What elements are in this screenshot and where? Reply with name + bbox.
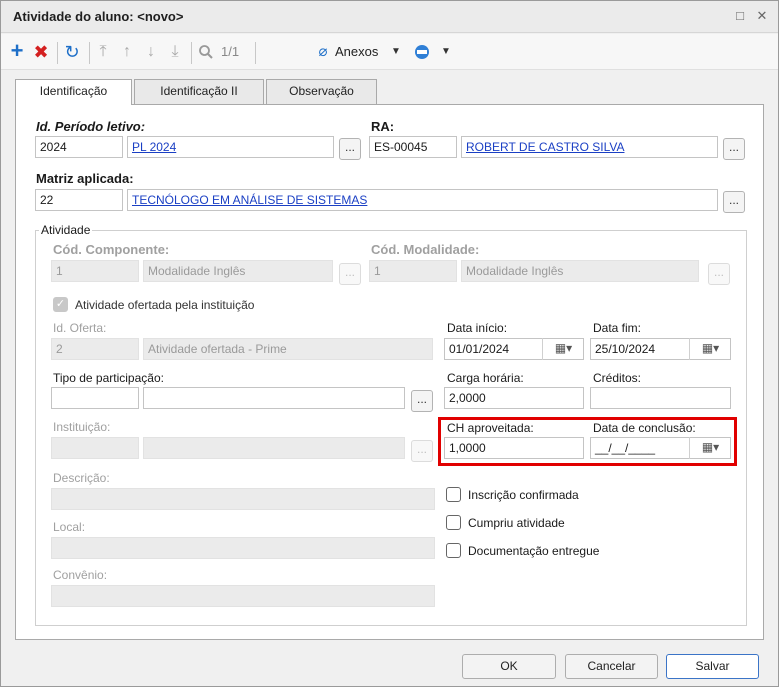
title-bar: Atividade do aluno: <novo> □ ✕	[1, 1, 778, 33]
toolbar: + ✖ ↻ ⤒ ↑ ↓ ⤓ 1/1 ⌀ Anexos ▼ ▼	[1, 34, 778, 70]
refresh-icon[interactable]: ↻	[61, 41, 83, 63]
ra-name-input[interactable]: ROBERT DE CASTRO SILVA	[461, 136, 718, 158]
record-counter: 1/1	[221, 44, 240, 59]
matriz-lookup-button[interactable]: ...	[723, 191, 745, 213]
dialog-window: Atividade do aluno: <novo> □ ✕ + ✖ ↻ ⤒ ↑…	[0, 0, 779, 687]
search-icon[interactable]	[195, 41, 217, 63]
tab-identificacao[interactable]: Identificação	[15, 79, 132, 105]
data-fim-calendar-icon[interactable]: ▦▾	[689, 338, 731, 360]
tipo-participacao-label: Tipo de participação:	[53, 371, 164, 385]
oferta-name-input: Atividade ofertada - Prime	[143, 338, 433, 360]
componente-label: Cód. Componente:	[53, 242, 170, 257]
ra-name-link[interactable]: ROBERT DE CASTRO SILVA	[466, 140, 624, 154]
oferta-label: Id. Oferta:	[53, 321, 107, 335]
tipo-participacao-name-input[interactable]	[143, 387, 405, 409]
last-record-icon[interactable]: ⤓	[165, 41, 185, 63]
cumpriu-atividade-checkbox[interactable]	[446, 515, 461, 530]
instituicao-name-input	[143, 437, 405, 459]
toolbar-separator	[57, 42, 58, 64]
modalidade-name-input: Modalidade Inglês	[461, 260, 699, 282]
data-inicio-label: Data início:	[447, 321, 508, 335]
descricao-input	[51, 488, 435, 510]
inscricao-confirmada-label: Inscrição confirmada	[468, 488, 579, 502]
ofertada-checkbox: ✓	[53, 297, 68, 312]
carga-horaria-input[interactable]: 2,0000	[444, 387, 584, 409]
restore-icon[interactable]: □	[731, 7, 749, 25]
tipo-participacao-lookup-button[interactable]: ...	[411, 390, 433, 412]
documentacao-entregue-label: Documentação entregue	[468, 544, 600, 558]
componente-name-input: Modalidade Inglês	[143, 260, 333, 282]
documentacao-entregue-checkbox[interactable]	[446, 543, 461, 558]
toolbar-separator	[89, 42, 90, 64]
ok-button[interactable]: OK	[462, 654, 556, 679]
previous-record-icon[interactable]: ↑	[117, 41, 137, 63]
inscricao-confirmada-checkbox[interactable]	[446, 487, 461, 502]
data-inicio-calendar-icon[interactable]: ▦▾	[542, 338, 584, 360]
instituicao-lookup-button: ...	[411, 440, 433, 462]
window-title: Atividade do aluno: <novo>	[13, 9, 184, 24]
carga-horaria-label: Carga horária:	[447, 371, 524, 385]
data-fim-label: Data fim:	[593, 321, 642, 335]
add-icon[interactable]: +	[7, 40, 27, 63]
creditos-label: Créditos:	[593, 371, 642, 385]
highlight-box	[438, 417, 737, 466]
componente-code-input: 1	[51, 260, 139, 282]
descricao-label: Descrição:	[53, 471, 110, 485]
ra-label: RA:	[371, 119, 395, 134]
next-record-icon[interactable]: ↓	[141, 41, 161, 63]
dropdown-icon[interactable]: ▼	[389, 41, 403, 63]
instituicao-label: Instituição:	[53, 420, 111, 434]
data-fim-value: 25/10/2024	[595, 342, 656, 356]
toolbar-separator	[255, 42, 256, 64]
periodo-code-input[interactable]: 2024	[35, 136, 123, 158]
delete-icon[interactable]: ✖	[31, 41, 51, 63]
matriz-code-input[interactable]: 22	[35, 189, 123, 211]
ofertada-label: Atividade ofertada pela instituição	[75, 298, 255, 312]
tab-observacao[interactable]: Observação	[266, 79, 377, 104]
paperclip-icon[interactable]: ⌀	[315, 41, 331, 63]
convenio-label: Convênio:	[53, 568, 108, 582]
cancel-button[interactable]: Cancelar	[565, 654, 658, 679]
convenio-input	[51, 585, 435, 607]
local-label: Local:	[53, 520, 86, 534]
local-input	[51, 537, 435, 559]
close-icon[interactable]: ✕	[753, 7, 771, 25]
save-button[interactable]: Salvar	[666, 654, 759, 679]
attachments-button[interactable]: Anexos	[335, 44, 378, 59]
periodo-lookup-button[interactable]: ...	[339, 138, 361, 160]
matriz-label: Matriz aplicada:	[36, 171, 134, 186]
modalidade-code-input: 1	[369, 260, 457, 282]
periodo-name-link[interactable]: PL 2024	[132, 140, 176, 154]
oferta-code-input: 2	[51, 338, 139, 360]
toolbar-separator	[191, 42, 192, 64]
dropdown-icon[interactable]: ▼	[439, 41, 453, 63]
ra-lookup-button[interactable]: ...	[723, 138, 745, 160]
componente-lookup-button: ...	[339, 263, 361, 285]
process-icon[interactable]	[411, 41, 433, 63]
tipo-participacao-code-input[interactable]	[51, 387, 139, 409]
periodo-label: Id. Período letivo:	[36, 119, 146, 134]
first-record-icon[interactable]: ⤒	[93, 41, 113, 63]
modalidade-label: Cód. Modalidade:	[371, 242, 480, 257]
creditos-input[interactable]	[590, 387, 731, 409]
modalidade-lookup-button: ...	[708, 263, 730, 285]
cumpriu-atividade-label: Cumpriu atividade	[468, 516, 565, 530]
matriz-name-link[interactable]: TECNÓLOGO EM ANÁLISE DE SISTEMAS	[132, 193, 367, 207]
tab-identificacao-ii[interactable]: Identificação II	[134, 79, 264, 104]
data-inicio-value: 01/01/2024	[449, 342, 510, 356]
periodo-name-input[interactable]: PL 2024	[127, 136, 334, 158]
matriz-name-input[interactable]: TECNÓLOGO EM ANÁLISE DE SISTEMAS	[127, 189, 718, 211]
atividade-group-label: Atividade	[39, 223, 93, 237]
ra-code-input[interactable]: ES-00045	[369, 136, 457, 158]
instituicao-code-input	[51, 437, 139, 459]
